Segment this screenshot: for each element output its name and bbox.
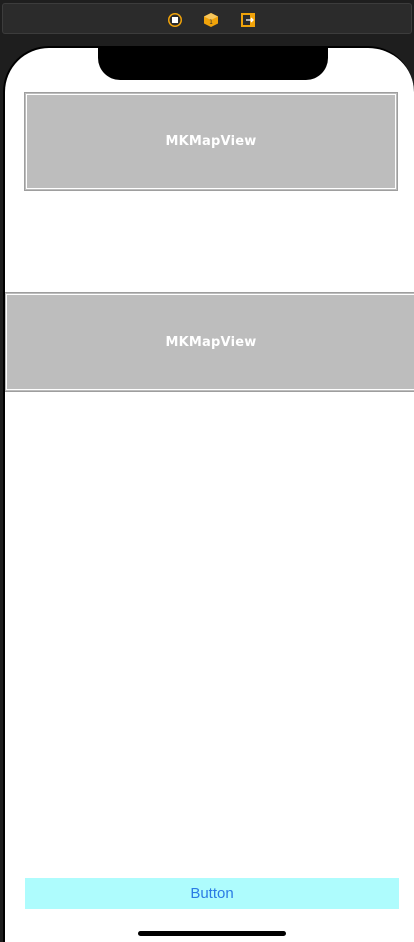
button[interactable]: Button — [25, 878, 399, 909]
device-canvas: MKMapView MKMapView Button — [3, 46, 414, 942]
device-notch — [98, 48, 328, 80]
svg-text:1: 1 — [209, 19, 213, 26]
scene-dock: 1 — [2, 3, 412, 34]
home-indicator — [138, 931, 286, 936]
view-controller-icon[interactable] — [167, 12, 183, 28]
map-view-middle[interactable]: MKMapView — [5, 292, 414, 392]
map-view-top[interactable]: MKMapView — [24, 92, 398, 191]
exit-icon[interactable] — [240, 12, 256, 28]
map-view-label: MKMapView — [165, 334, 257, 350]
map-view-label: MKMapView — [165, 134, 257, 149]
first-responder-icon[interactable]: 1 — [203, 12, 219, 28]
